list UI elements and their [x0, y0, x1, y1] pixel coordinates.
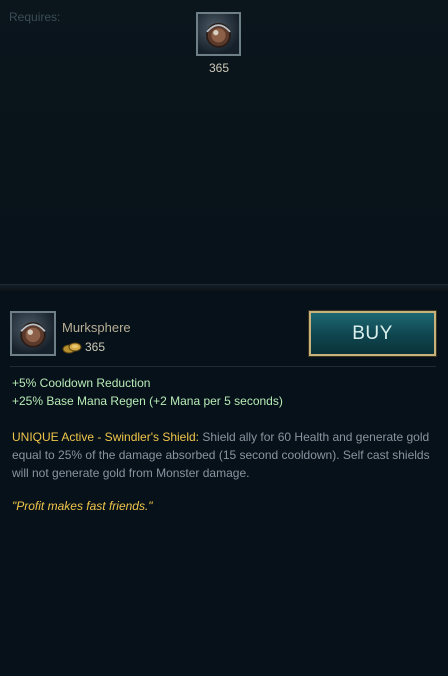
requires-label: Requires:: [9, 10, 61, 24]
item-detail-panel: Murksphere 365 BUY +5% Cooldown Reductio…: [0, 293, 448, 676]
item-quote: "Profit makes fast friends.": [12, 499, 153, 513]
required-item-cost: 365: [208, 61, 230, 75]
stat-line: +25% Base Mana Regen (+2 Mana per 5 seco…: [12, 394, 283, 408]
item-stats: +5% Cooldown Reduction +25% Base Mana Re…: [12, 374, 283, 410]
murksphere-icon[interactable]: [196, 12, 241, 56]
unique-active-label: UNIQUE Active - Swindler's Shield:: [12, 430, 200, 444]
required-item[interactable]: 365: [196, 12, 242, 75]
item-name: Murksphere: [62, 320, 131, 335]
panel-divider[interactable]: [0, 284, 448, 293]
requires-panel: Requires: 365: [0, 0, 448, 284]
stat-line: +5% Cooldown Reduction: [12, 376, 151, 390]
header-separator: [10, 366, 436, 367]
unique-active-description: UNIQUE Active - Swindler's Shield: Shiel…: [12, 428, 438, 482]
murksphere-icon: [10, 311, 56, 356]
item-cost: 365: [62, 340, 105, 354]
item-cost-value: 365: [85, 340, 106, 354]
item-header: Murksphere 365 BUY: [10, 310, 437, 361]
buy-button[interactable]: BUY: [308, 310, 437, 357]
gold-coins-icon: [62, 342, 82, 354]
